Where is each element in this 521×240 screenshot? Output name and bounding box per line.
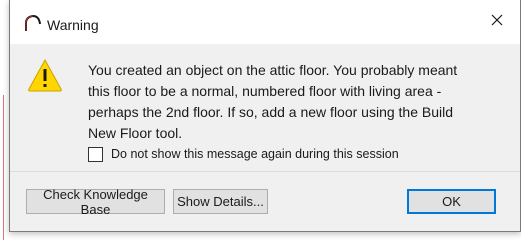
- close-icon: [491, 13, 503, 31]
- dont-show-again-checkbox[interactable]: [88, 146, 103, 162]
- warning-message: You created an object on the attic floor…: [88, 60, 508, 144]
- button-bar: Check Knowledge Base Show Details... OK: [10, 171, 520, 231]
- dont-show-again-label[interactable]: Do not show this message again during th…: [111, 147, 399, 161]
- dont-show-again-option[interactable]: Do not show this message again during th…: [88, 145, 399, 163]
- arc-logo-icon: [24, 14, 42, 32]
- warning-dialog: Warning You created an object on the att…: [9, 0, 521, 232]
- close-button[interactable]: [474, 0, 520, 44]
- message-line: You created an object on the attic floor…: [88, 62, 458, 78]
- ok-button[interactable]: OK: [407, 189, 496, 214]
- dialog-title: Warning: [47, 17, 99, 33]
- show-details-button[interactable]: Show Details...: [173, 189, 268, 214]
- check-knowledge-base-button[interactable]: Check Knowledge Base: [26, 187, 165, 217]
- message-line: this floor to be a normal, numbered floo…: [88, 83, 442, 99]
- message-line: perhaps the 2nd floor. If so, add a new …: [88, 104, 454, 120]
- background-drawing-line: [3, 95, 4, 240]
- title-bar[interactable]: Warning: [10, 0, 520, 44]
- message-line: New Floor tool.: [88, 125, 183, 141]
- warning-triangle-icon: [27, 58, 63, 92]
